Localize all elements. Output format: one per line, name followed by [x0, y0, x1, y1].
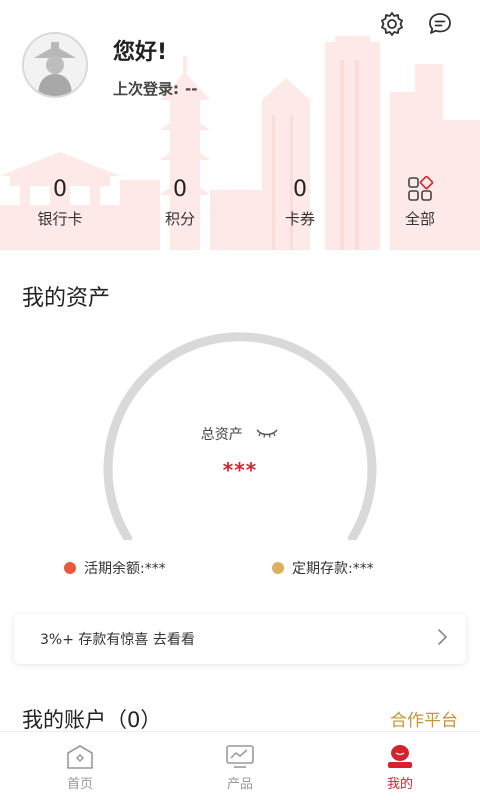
- tab-home[interactable]: 首页: [0, 732, 160, 800]
- legend-fixed-deposit: 定期存款:***: [272, 558, 374, 578]
- partner-platform-link[interactable]: 合作平台: [390, 706, 458, 731]
- message-icon[interactable]: [426, 10, 454, 38]
- legend-current-balance: 活期余额:***: [64, 558, 166, 578]
- home-icon: [66, 744, 94, 770]
- greeting-text: 您好!: [113, 40, 168, 65]
- avatar[interactable]: [22, 32, 88, 98]
- stat-label: 积分: [164, 210, 195, 228]
- legend-dot: [272, 562, 284, 574]
- bottom-tab-bar: 首页 产品 我的: [0, 731, 480, 800]
- tab-label: 产品: [226, 777, 253, 792]
- profile-header: 您好! 上次登录: -- 0 银行卡 0 积分 0 卡券 全部: [0, 0, 480, 250]
- tab-products[interactable]: 产品: [160, 732, 320, 800]
- stat-coupons[interactable]: 0 卡券: [240, 176, 360, 229]
- stat-value: 0: [293, 177, 307, 202]
- last-login-info: 上次登录: --: [113, 78, 197, 99]
- profile-icon: [385, 744, 415, 770]
- promo-banner[interactable]: 3%+ 存款有惊喜 去看看: [14, 614, 466, 664]
- stat-bank-cards[interactable]: 0 银行卡: [0, 176, 120, 229]
- eye-closed-icon[interactable]: [255, 427, 279, 443]
- total-assets-label-row: 总资产: [0, 424, 480, 444]
- stat-label: 卡券: [284, 210, 315, 228]
- tab-label: 我的: [386, 777, 413, 792]
- stats-row: 0 银行卡 0 积分 0 卡券 全部: [0, 175, 480, 229]
- chevron-right-icon: [436, 628, 448, 650]
- settings-icon[interactable]: [378, 10, 406, 38]
- last-login-value: --: [185, 80, 198, 98]
- grid-icon: [407, 175, 434, 204]
- legend-label: 活期余额:***: [84, 561, 166, 577]
- tab-label: 首页: [66, 777, 93, 792]
- chart-monitor-icon: [225, 744, 255, 770]
- stat-value: 0: [53, 177, 67, 202]
- tab-mine[interactable]: 我的: [320, 732, 480, 800]
- stat-points[interactable]: 0 积分: [120, 176, 240, 229]
- total-assets-label: 总资产: [200, 427, 243, 443]
- accounts-section-title: 我的账户（0）: [22, 708, 162, 732]
- assets-section-title: 我的资产: [22, 286, 111, 311]
- last-login-label: 上次登录:: [113, 80, 179, 98]
- stat-all[interactable]: 全部: [360, 175, 480, 229]
- stat-label: 银行卡: [37, 210, 83, 228]
- legend-dot: [64, 562, 76, 574]
- promo-text: 3%+ 存款有惊喜 去看看: [40, 632, 195, 648]
- stat-value: 0: [173, 177, 187, 202]
- legend-label: 定期存款:***: [292, 561, 374, 577]
- total-assets-value: ***: [222, 458, 258, 482]
- stat-label: 全部: [404, 210, 435, 228]
